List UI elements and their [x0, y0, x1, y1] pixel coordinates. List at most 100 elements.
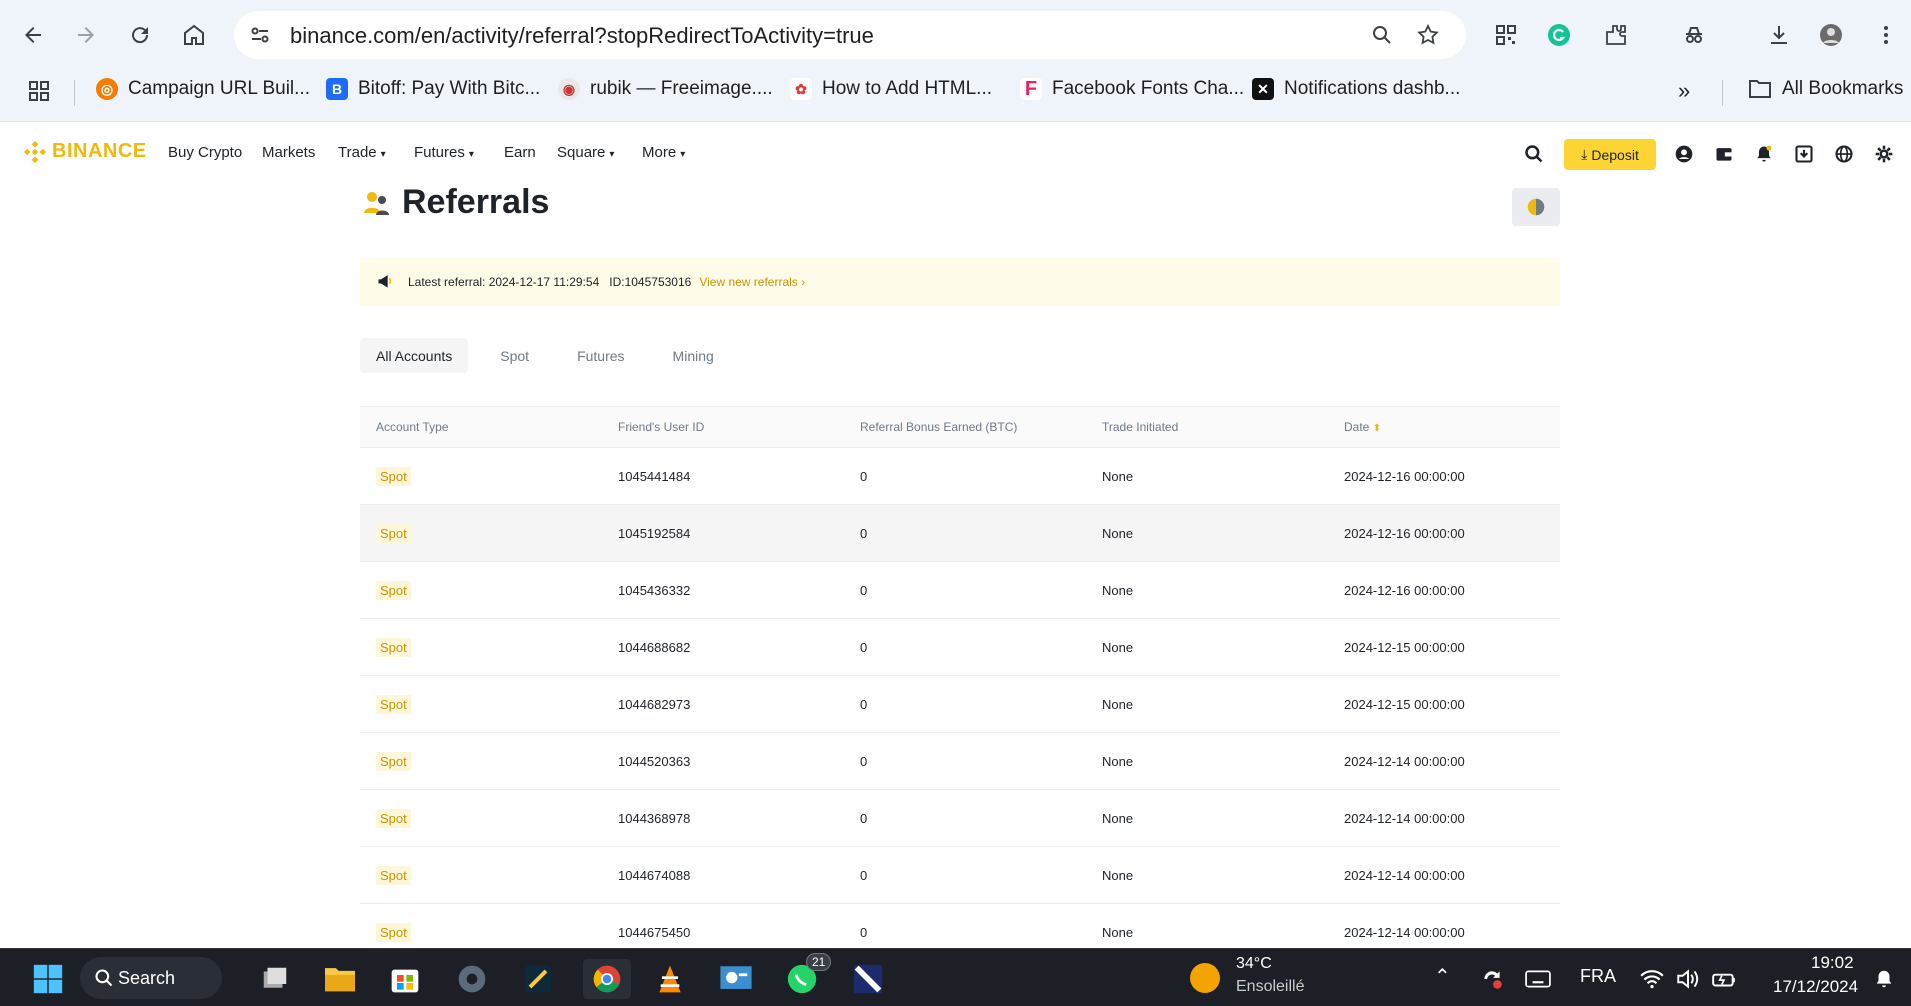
extensions-icon[interactable]	[1602, 21, 1630, 49]
wifi-icon[interactable]	[1632, 959, 1672, 999]
task-view-icon[interactable]	[255, 959, 295, 999]
clock-time[interactable]: 19:02	[1811, 953, 1854, 973]
download-icon: ⤓	[1581, 146, 1588, 162]
latest-referral-notice: Latest referral: 2024-12-17 11:29:54 ID:…	[360, 258, 1560, 306]
bitoff-favicon-icon: B	[326, 78, 348, 100]
url-text[interactable]: binance.com/en/activity/referral?stopRed…	[290, 23, 874, 49]
profile-icon[interactable]	[1673, 143, 1695, 165]
clock-date[interactable]: 17/12/2024	[1773, 977, 1858, 997]
settings-gear-icon[interactable]	[1873, 143, 1895, 165]
chevron-down-icon: ▾	[468, 149, 474, 160]
bookmark-item[interactable]: ◎ Campaign URL Buil...	[96, 78, 310, 100]
cell-trade-initiated: None	[1102, 525, 1134, 541]
wallet-icon[interactable]	[1713, 143, 1735, 165]
app-icon[interactable]	[848, 959, 888, 999]
account-type-badge: Spot	[376, 523, 411, 543]
nav-square[interactable]: Square ▾	[557, 144, 614, 161]
forward-icon[interactable]	[72, 21, 100, 49]
tab-futures[interactable]: Futures	[561, 338, 640, 373]
home-icon[interactable]	[180, 21, 208, 49]
tab-mining[interactable]: Mining	[657, 338, 730, 373]
microsoft-store-icon[interactable]	[385, 959, 425, 999]
nav-earn[interactable]: Earn	[504, 144, 536, 161]
nav-markets[interactable]: Markets	[262, 144, 315, 161]
bookmark-star-icon[interactable]	[1414, 21, 1442, 49]
bookmark-item[interactable]: ✿ How to Add HTML...	[790, 78, 992, 100]
nav-buy-crypto[interactable]: Buy Crypto	[168, 144, 242, 161]
nav-more[interactable]: More ▾	[642, 144, 685, 161]
whatsapp-icon[interactable]: 21	[782, 953, 832, 999]
bookmark-item[interactable]: ✕ Notifications dashb...	[1252, 78, 1460, 100]
weather-sun-icon[interactable]	[1190, 963, 1220, 993]
tab-all-accounts[interactable]: All Accounts	[360, 338, 469, 373]
sort-icon[interactable]: ⬍	[1373, 423, 1381, 434]
tab-spot[interactable]: Spot	[484, 338, 545, 373]
apps-grid-icon[interactable]	[25, 77, 53, 105]
keyboard-icon[interactable]	[1518, 959, 1558, 999]
table-row: Spot 1044674088 0 None 2024-12-14 00:00:00	[360, 847, 1560, 904]
search-icon[interactable]	[1523, 143, 1545, 165]
bookmark-item[interactable]: F Facebook Fonts Cha...	[1020, 78, 1244, 100]
control-panel-icon[interactable]	[716, 959, 756, 999]
freeimage-favicon-icon: ◉	[558, 78, 580, 100]
language-globe-icon[interactable]	[1833, 143, 1855, 165]
site-settings-icon[interactable]	[246, 21, 274, 49]
all-bookmarks[interactable]: All Bookmarks	[1748, 78, 1903, 100]
notification-bell-icon[interactable]	[1753, 143, 1775, 165]
table-row: Spot 1044688682 0 None 2024-12-15 00:00:00	[360, 619, 1560, 676]
more-bookmarks-chevron-icon[interactable]: »	[1678, 78, 1690, 104]
menu-dots-icon[interactable]	[1872, 21, 1900, 49]
col-date[interactable]: Date ⬍	[1344, 420, 1381, 434]
view-new-referrals-link[interactable]: View new referrals ›	[699, 275, 805, 289]
weather-description[interactable]: Ensoleillé	[1236, 978, 1304, 996]
profile-avatar-icon[interactable]	[1817, 21, 1845, 49]
bookmark-item[interactable]: B Bitoff: Pay With Bitc...	[326, 78, 540, 100]
bookmark-label: Campaign URL Buil...	[128, 78, 310, 99]
taskbar-search-label: Search	[118, 967, 176, 988]
zoom-icon[interactable]	[1368, 21, 1396, 49]
notification-center-icon[interactable]	[1864, 959, 1904, 999]
address-bar[interactable]: binance.com/en/activity/referral?stopRed…	[234, 11, 1466, 59]
theme-toggle-button[interactable]	[1512, 188, 1560, 226]
cell-date: 2024-12-15 00:00:00	[1344, 639, 1465, 655]
file-explorer-icon[interactable]	[320, 959, 360, 999]
weather-temperature[interactable]: 34°C	[1236, 955, 1272, 973]
download-icon[interactable]	[1765, 21, 1793, 49]
campaign-favicon-icon: ◎	[96, 78, 118, 100]
back-icon[interactable]	[19, 21, 47, 49]
settings-icon[interactable]	[452, 959, 492, 999]
binance-logo[interactable]: BINANCE	[24, 140, 147, 163]
chevron-up-icon[interactable]: ⌃	[1434, 964, 1451, 989]
cell-referral-bonus: 0	[860, 924, 868, 940]
grammarly-icon[interactable]	[1545, 21, 1573, 49]
chrome-icon[interactable]	[583, 959, 631, 999]
bookmark-item[interactable]: ◉ rubik — Freeimage....	[558, 78, 773, 100]
volume-icon[interactable]	[1668, 959, 1708, 999]
input-language[interactable]: FRA	[1580, 966, 1616, 987]
taskbar-search[interactable]: Search	[80, 957, 222, 999]
cell-trade-initiated: None	[1102, 753, 1134, 769]
app-icon[interactable]	[518, 959, 558, 999]
table-body: Spot 1045441484 0 None 2024-12-16 00:00:00 Sp…	[360, 448, 1560, 961]
nav-trade[interactable]: Trade ▾	[338, 144, 386, 161]
windows-taskbar: Search 21 34°C Ensoleillé ⌃ FRA 19:02 17…	[0, 948, 1911, 1006]
deposit-button[interactable]: ⤓ Deposit	[1564, 139, 1656, 170]
qr-code-icon[interactable]	[1492, 21, 1520, 49]
bookmark-label: Notifications dashb...	[1284, 78, 1461, 99]
incognito-icon[interactable]	[1680, 21, 1708, 49]
nav-trade-label: Trade	[338, 144, 377, 161]
bookmark-label: Bitoff: Pay With Bitc...	[358, 78, 541, 99]
cell-trade-initiated: None	[1102, 582, 1134, 598]
download-app-icon[interactable]	[1793, 143, 1815, 165]
table-row: Spot 1044368978 0 None 2024-12-14 00:00:00	[360, 790, 1560, 847]
battery-icon[interactable]	[1704, 959, 1744, 999]
sync-icon[interactable]	[1472, 959, 1512, 999]
nav-futures[interactable]: Futures ▾	[414, 144, 474, 161]
account-type-badge: Spot	[376, 751, 411, 771]
reload-icon[interactable]	[126, 21, 154, 49]
cell-trade-initiated: None	[1102, 696, 1134, 712]
cell-date: 2024-12-14 00:00:00	[1344, 924, 1465, 940]
vlc-icon[interactable]	[650, 959, 690, 999]
windows-start-icon[interactable]	[28, 959, 68, 999]
all-bookmarks-label: All Bookmarks	[1782, 78, 1904, 99]
